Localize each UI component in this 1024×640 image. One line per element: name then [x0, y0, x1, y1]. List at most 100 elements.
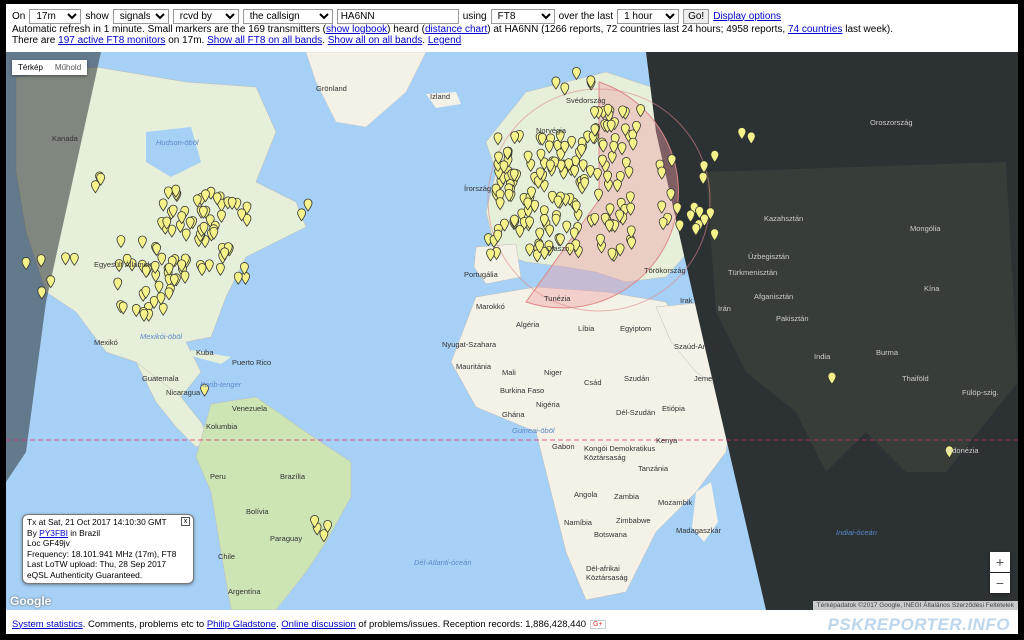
map-label: Argentína [228, 587, 261, 596]
map-label: Mozambik [658, 498, 693, 507]
popup-tx-time: Tx at Sat, 21 Oct 2017 14:10:30 GMT [27, 517, 167, 527]
go-button[interactable]: Go! [683, 8, 710, 24]
show-select[interactable]: signals [112, 8, 169, 24]
info-text: There are [12, 35, 56, 46]
map-label: Nyugat-Szahara [442, 340, 497, 349]
transmitter-marker[interactable] [572, 67, 581, 81]
map-label: Bolívia [246, 507, 269, 516]
map-label: Ghána [502, 410, 525, 419]
map-label: Zambia [614, 492, 640, 501]
map-label: Puerto Rico [232, 358, 272, 367]
period-select[interactable]: 1 hour [617, 8, 680, 24]
show-all-link[interactable]: Show all on all bands [328, 35, 423, 46]
info-text: Automatic refresh in 1 minute. Small mar… [12, 24, 327, 35]
system-statistics-link[interactable]: System statistics [12, 619, 83, 630]
map-label: Nigéria [536, 400, 560, 409]
map-label: Tunézia [544, 294, 571, 303]
map-label: Namíbia [564, 518, 592, 527]
transmitter-marker[interactable] [241, 271, 250, 285]
show-logbook-link[interactable]: show logbook [326, 24, 387, 35]
map-label: Chile [218, 552, 236, 561]
close-icon[interactable]: x [181, 517, 190, 526]
countries-link[interactable]: 74 countries [788, 24, 842, 35]
show-label: show [85, 10, 109, 22]
map-label: Svédország [566, 96, 606, 105]
display-options-link[interactable]: Display options [713, 11, 781, 22]
popup-callsign-link[interactable]: PY3FBI [39, 528, 68, 538]
transmitter-marker[interactable] [303, 198, 313, 212]
map-label: Grönland [316, 84, 347, 93]
map-label: Niger [544, 368, 562, 377]
map-label: Norvégia [536, 126, 567, 135]
distance-chart-link[interactable]: distance chart [425, 24, 487, 35]
map-label: Kína [924, 284, 940, 293]
map-label: Líbia [578, 324, 595, 333]
map-label: Zimbabwe [616, 516, 651, 525]
map-label: Algéria [516, 320, 540, 329]
pskreporter-logo: PSKREPORTER.INFO [827, 615, 1010, 634]
mode-select[interactable]: FT8 [490, 8, 555, 24]
map-label: Tanzánia [638, 464, 669, 473]
footer: System statistics. Comments, problems et… [6, 614, 1018, 634]
author-link[interactable]: Philip Gladstone [207, 619, 276, 630]
world-map[interactable]: Térkép Műhold Kanada Grönland Izland Hud… [6, 52, 1018, 610]
map-label: Dél-Atlanti-óceán [414, 558, 472, 567]
info-text: ) heard ( [387, 24, 425, 35]
online-discussion-link[interactable]: Online discussion [281, 619, 355, 630]
map-label: Kenya [656, 436, 678, 445]
map-label: Dél-Szudán [616, 408, 656, 417]
query-row: On 17m show signals rcvd by the callsign… [12, 8, 1012, 24]
map-credits[interactable]: Térképadatok ©2017 Google, INEGI Általán… [812, 601, 1018, 610]
map-label: Izland [430, 92, 451, 101]
map-label: Mauritánia [456, 362, 492, 371]
map-label: Guatemala [142, 374, 179, 383]
popup-by-label: By [27, 527, 37, 538]
info-text: ) at HA6NN (1266 reports, 72 countries l… [487, 24, 786, 35]
popup-country: in Brazil [70, 527, 101, 538]
on-label: On [12, 10, 26, 22]
map-label: Jemen [694, 374, 717, 383]
map-label: Kuba [196, 348, 214, 357]
band-select[interactable]: 17m [29, 8, 82, 24]
direction-select[interactable]: rcvd by [172, 8, 239, 24]
map-label: Gabon [552, 442, 575, 451]
popup-by-line: By PY3FBI in Brazil [27, 528, 189, 539]
map-label: Pakisztán [776, 314, 809, 323]
info-text: last week). [845, 24, 894, 35]
over-label: over the last [558, 10, 614, 22]
map-label: Írország [464, 184, 492, 193]
zoom-in-button[interactable]: + [990, 552, 1010, 572]
legend-link[interactable]: Legend [428, 35, 461, 46]
match-select[interactable]: the callsign [242, 8, 333, 24]
map-label: Burkina Faso [500, 386, 545, 395]
map-label: Hudson-öböl [156, 138, 199, 147]
info-text: on 17m. [168, 35, 205, 46]
map-type-map[interactable]: Térkép [12, 60, 49, 75]
google-plus-button[interactable]: G+ [590, 619, 606, 629]
map-label: Olaszo. [546, 244, 572, 253]
transmitter-marker[interactable] [233, 271, 243, 285]
query-controls: On 17m show signals rcvd by the callsign… [6, 4, 1018, 52]
zoom-out-button[interactable]: − [990, 573, 1010, 593]
show-all-ft8-link[interactable]: Show all FT8 on all bands [207, 35, 322, 46]
map-type-satellite[interactable]: Műhold [49, 60, 87, 75]
popup-eqsl: eQSL Authenticity Guaranteed. [27, 569, 143, 580]
map-label: Kazahsztán [764, 214, 804, 223]
map-label: Irán [718, 304, 731, 313]
map-label: Thaiföld [902, 374, 929, 383]
map-label: Portugália [464, 270, 498, 279]
callsign-input[interactable] [336, 8, 459, 24]
map-label: Törökország [644, 266, 686, 275]
popup-locator: Loc GF49jv [27, 538, 70, 548]
active-monitors-link[interactable]: 197 active FT8 monitors [58, 35, 165, 46]
map-label: Kanada [52, 134, 78, 143]
map-label: Kongói Demokratikus Köztársaság [584, 444, 656, 462]
map-label: Irak [680, 296, 693, 305]
map-label: Csád [584, 378, 602, 387]
map-label: Mexikói-öböl [140, 332, 183, 341]
map-label: Paraguay [270, 534, 303, 543]
map-label: Mexikó [94, 338, 118, 347]
map-label: Kolumbia [206, 422, 238, 431]
info-line-2: There are 197 active FT8 monitors on 17m… [12, 35, 462, 46]
map-label: Dél-afrikai Köztársaság [586, 564, 628, 582]
